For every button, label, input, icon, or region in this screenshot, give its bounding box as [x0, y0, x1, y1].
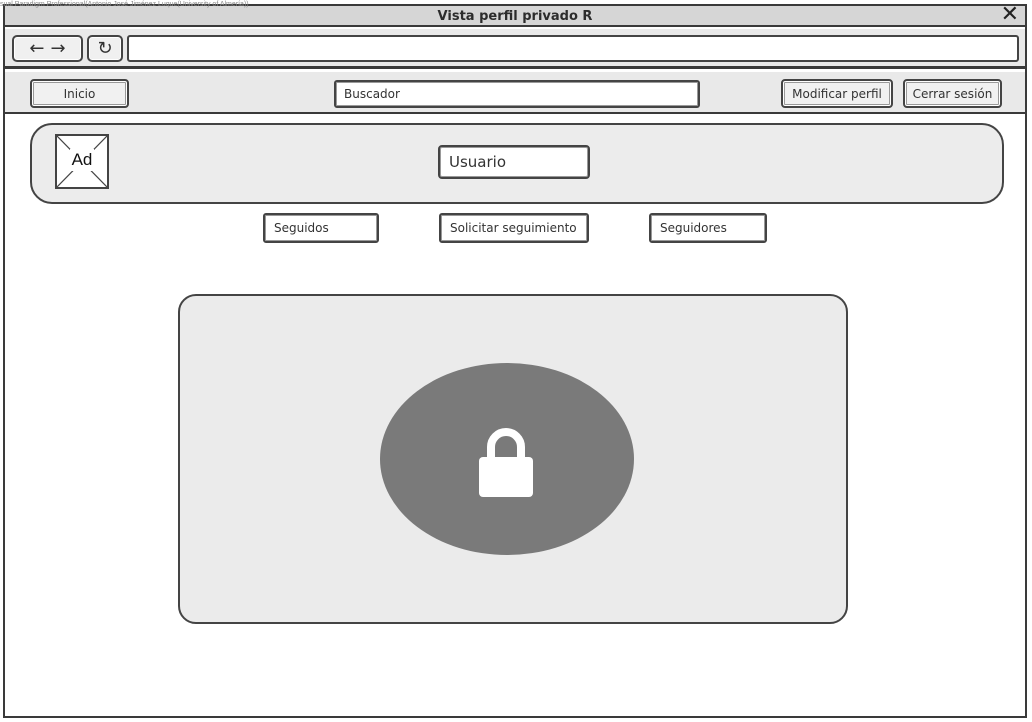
edit-profile-button[interactable]: Modificar perfil — [781, 79, 893, 108]
url-input[interactable] — [127, 35, 1019, 62]
browser-toolbar: ← → ↻ — [5, 29, 1025, 69]
following-button[interactable]: Seguidos — [263, 213, 379, 243]
lock-badge — [380, 363, 634, 555]
profile-image-placeholder: Ad — [55, 134, 109, 189]
refresh-icon: ↻ — [97, 38, 113, 59]
back-forward-buttons[interactable]: ← → — [12, 35, 83, 62]
request-follow-button[interactable]: Solicitar seguimiento — [439, 213, 589, 243]
close-icon[interactable]: ✕ — [1001, 4, 1019, 26]
watermark-text: sual Paradigm Professional(Antonio José … — [0, 1, 249, 8]
window-title: Vista perfil privado R — [437, 9, 593, 24]
app-navbar: Inicio Buscador Modificar perfil Cerrar … — [5, 72, 1025, 114]
refresh-button[interactable]: ↻ — [87, 35, 123, 62]
profile-header-card: Ad Usuario — [30, 123, 1004, 204]
followers-button[interactable]: Seguidores — [649, 213, 767, 243]
title-bar: Vista perfil privado R ✕ — [5, 4, 1025, 27]
back-arrow-icon[interactable]: ← — [29, 38, 44, 59]
private-profile-panel — [178, 294, 848, 624]
home-button[interactable]: Inicio — [30, 79, 129, 108]
username-field: Usuario — [438, 145, 590, 179]
search-input[interactable]: Buscador — [334, 80, 700, 108]
image-placeholder-label: Ad — [71, 150, 93, 169]
browser-window: Vista perfil privado R ✕ ← → ↻ Inicio Bu… — [3, 4, 1027, 718]
forward-arrow-icon[interactable]: → — [51, 38, 66, 59]
logout-button[interactable]: Cerrar sesión — [903, 79, 1002, 108]
lock-icon — [479, 428, 533, 497]
